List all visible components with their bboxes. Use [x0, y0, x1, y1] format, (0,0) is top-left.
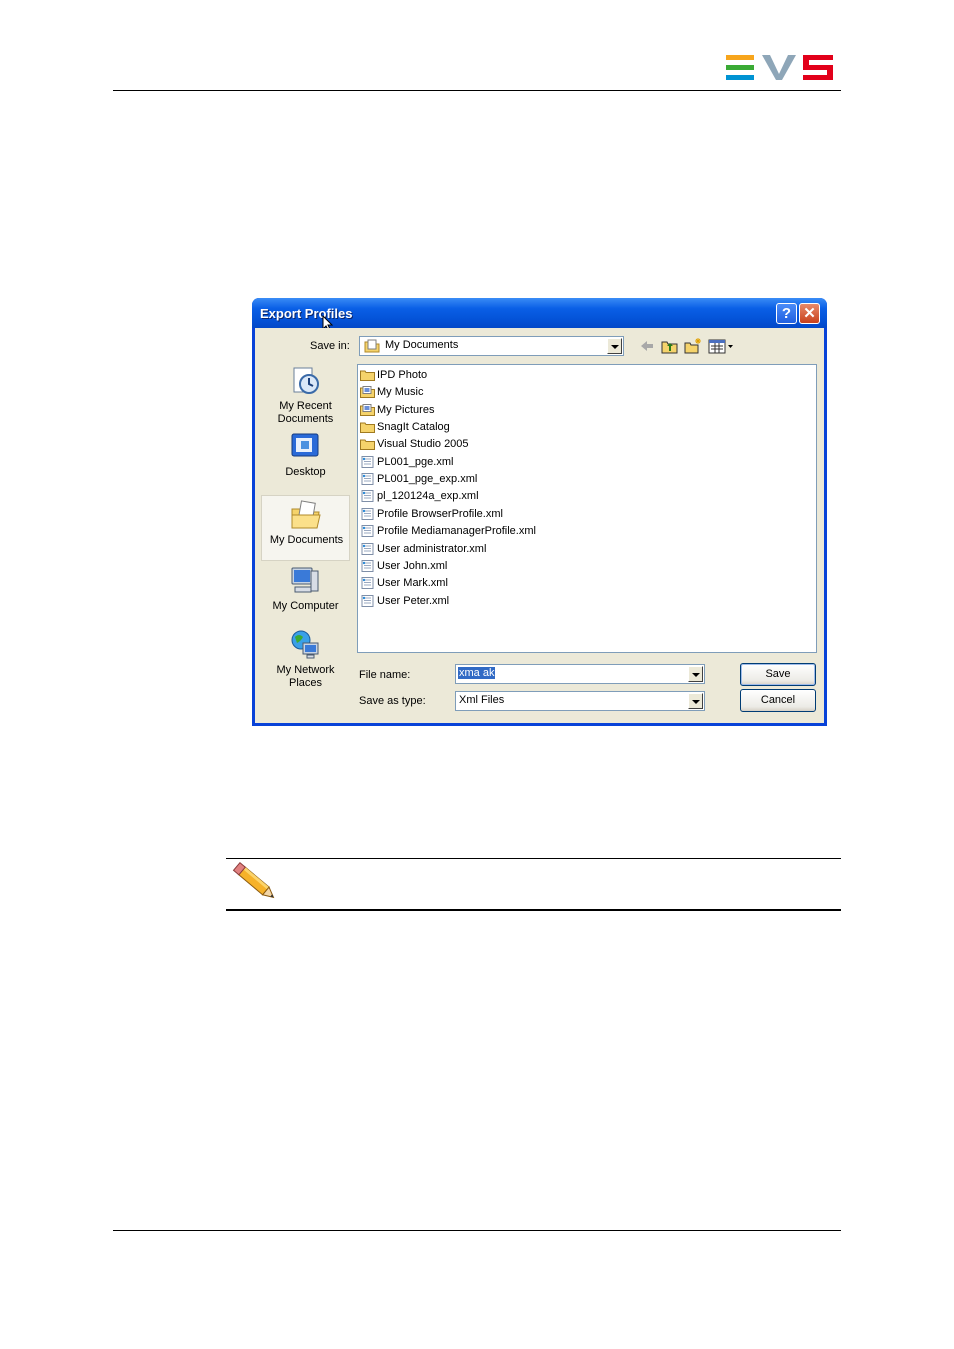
my-documents-icon: [291, 500, 321, 529]
file-name-label: File name:: [359, 669, 411, 681]
place-label: My Recent Documents: [277, 400, 334, 425]
place-my-computer[interactable]: My Computer: [261, 565, 350, 625]
xml-file-icon: [360, 507, 375, 520]
file-name-text: SnagIt Catalog: [377, 421, 450, 434]
place-label: My Network Places: [276, 664, 335, 689]
footer-rule: [113, 1230, 841, 1231]
file-name-text: My Pictures: [377, 403, 435, 416]
place-my-recent-documents[interactable]: My Recent Documents: [261, 365, 350, 428]
dialog-body: Save in: My Documents My Recent Document…: [255, 328, 824, 723]
chevron-down-icon[interactable]: [688, 666, 703, 682]
file-list[interactable]: IPD Photo My Music My Pictures SnagIt Catal…: [357, 364, 817, 653]
file-name-text: User John.xml: [377, 559, 448, 572]
special-folder-icon: [360, 403, 375, 416]
xml-file-icon: [360, 542, 375, 555]
file-name-text: PL001_pge_exp.xml: [377, 473, 478, 486]
back-arrow-icon[interactable]: [639, 339, 655, 353]
cancel-button[interactable]: Cancel: [740, 689, 816, 712]
save-button[interactable]: Save: [740, 663, 816, 686]
file-name-text: Profile BrowserProfile.xml: [377, 507, 503, 520]
xml-file-icon: [360, 525, 375, 538]
my-documents-small-icon: [364, 339, 380, 353]
new-folder-icon[interactable]: [684, 337, 702, 354]
folder-icon: [360, 438, 375, 451]
places-bar: My Recent Documents Desktop My Documents: [261, 365, 350, 689]
xml-file-icon: [360, 490, 375, 503]
save-as-type-label: Save as type:: [359, 695, 426, 707]
place-label: Desktop: [285, 466, 326, 478]
file-name-text: Profile MediamanagerProfile.xml: [377, 525, 536, 538]
chevron-down-icon[interactable]: [688, 693, 703, 709]
special-folder-icon: [360, 386, 375, 399]
file-name-value: xma ak: [458, 667, 496, 679]
place-desktop[interactable]: Desktop: [261, 431, 350, 491]
save-in-label: Save in:: [310, 340, 350, 352]
header-rule: [113, 90, 841, 91]
dialog-title: Export Profiles: [260, 306, 353, 321]
save-in-dropdown[interactable]: My Documents: [359, 336, 624, 356]
help-button[interactable]: ?: [776, 303, 797, 324]
recent-documents-icon: [293, 367, 319, 394]
save-in-value: My Documents: [385, 339, 459, 351]
folder-icon: [360, 421, 375, 434]
place-my-network-places[interactable]: My Network Places: [261, 629, 350, 689]
file-name-text: PL001_pge.xml: [377, 455, 454, 468]
xml-file-icon: [360, 455, 375, 468]
file-name-text: User administrator.xml: [377, 542, 487, 555]
place-my-documents[interactable]: My Documents: [261, 495, 350, 561]
xml-file-icon: [360, 594, 375, 607]
my-computer-icon: [291, 567, 319, 593]
xml-file-icon: [360, 473, 375, 486]
file-name-text: pl_120124a_exp.xml: [377, 490, 479, 503]
file-name-text: User Mark.xml: [377, 577, 448, 590]
close-button[interactable]: ✕: [799, 303, 820, 324]
file-name-text: IPD Photo: [377, 369, 428, 381]
evs-logo: [726, 55, 833, 80]
xml-file-icon: [360, 577, 375, 590]
xml-file-icon: [360, 559, 375, 572]
view-menu-icon[interactable]: [708, 338, 734, 354]
pencil-icon: [232, 862, 275, 899]
place-label: My Computer: [272, 600, 339, 612]
file-name-input[interactable]: xma ak: [455, 664, 705, 684]
network-places-icon: [291, 630, 319, 659]
file-name-text: My Music: [377, 386, 424, 399]
file-name-text: Visual Studio 2005: [377, 438, 469, 451]
save-as-type-dropdown[interactable]: Xml Files: [455, 691, 705, 711]
folder-icon: [360, 369, 375, 381]
chevron-down-icon[interactable]: [607, 338, 622, 354]
note-bottom-rule: [226, 909, 841, 911]
dialog-titlebar: Export Profiles ? ✕: [252, 298, 827, 333]
place-label: My Documents: [269, 534, 344, 546]
save-as-type-value: Xml Files: [459, 694, 505, 706]
up-folder-icon[interactable]: [661, 338, 679, 354]
note-top-rule: [226, 858, 841, 859]
export-profiles-dialog: Export Profiles ? ✕ Save in: My Document…: [252, 298, 827, 726]
desktop-icon: [291, 433, 319, 457]
file-name-text: User Peter.xml: [377, 594, 450, 607]
